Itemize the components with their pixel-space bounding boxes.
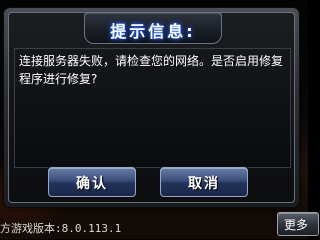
confirm-button-label: 确认: [76, 176, 108, 192]
more-button-label: 更多: [284, 218, 309, 232]
dialog-title: 提示信息:: [110, 22, 196, 41]
confirm-button[interactable]: 确认: [48, 167, 136, 197]
cancel-button-label: 取消: [188, 176, 220, 192]
dialog-message: 连接服务器失败，请检查您的网络。是否启用修复程序进行修复?: [19, 54, 284, 86]
more-button[interactable]: 更多: [277, 212, 319, 236]
dialog-title-plate: 提示信息:: [84, 12, 222, 44]
version-label: 方游戏版本:8.0.113.1: [0, 222, 122, 235]
alert-dialog: 提示信息: 连接服务器失败，请检查您的网络。是否启用修复程序进行修复? 确认 取…: [4, 8, 299, 207]
message-area: 连接服务器失败，请检查您的网络。是否启用修复程序进行修复?: [14, 48, 291, 168]
cancel-button[interactable]: 取消: [160, 167, 248, 197]
